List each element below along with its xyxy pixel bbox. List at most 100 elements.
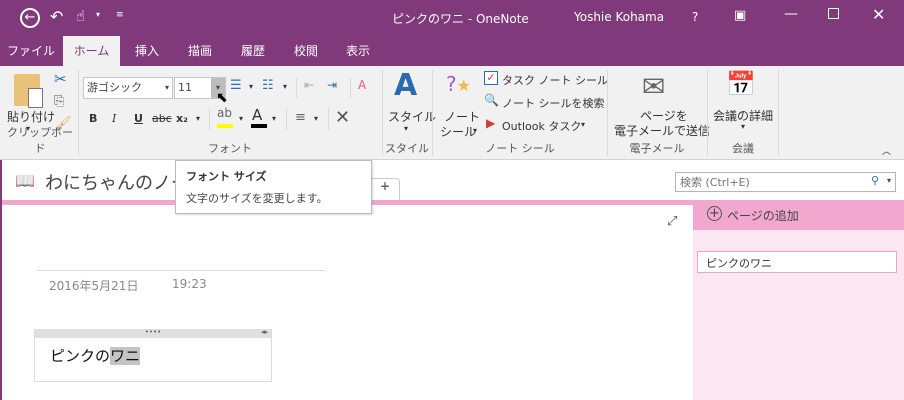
font-size-value: 11	[178, 81, 192, 94]
full-page-view-icon[interactable]: ⤢	[667, 214, 677, 229]
tab-review[interactable]: 校閲	[284, 36, 328, 66]
tab-file[interactable]: ファイル	[5, 36, 57, 66]
search-scope-dropdown-icon[interactable]: ▾	[887, 176, 891, 185]
font-color-dropdown-icon[interactable]: ▾	[272, 114, 276, 123]
strikethrough-button[interactable]: abc	[152, 112, 172, 125]
font-color-icon[interactable]: A	[252, 106, 262, 124]
tab-history[interactable]: 履歴	[231, 36, 275, 66]
touch-mode-icon[interactable]: ☝	[76, 7, 85, 25]
tab-draw[interactable]: 描画	[178, 36, 222, 66]
tags-dropdown-icon[interactable]: ▾	[473, 126, 477, 135]
outlook-tasks-button[interactable]: Outlook タスク	[502, 118, 581, 134]
font-name-value: 游ゴシック	[87, 81, 142, 94]
underline-button[interactable]: U	[134, 112, 143, 125]
meeting-dropdown-icon[interactable]: ▾	[741, 122, 745, 131]
todo-tag-button[interactable]: タスク ノート シール	[502, 72, 608, 88]
group-label-email: 電子メール	[629, 142, 685, 155]
maximize-button[interactable]	[828, 8, 839, 19]
bold-button[interactable]: B	[89, 112, 97, 125]
styles-dropdown-icon[interactable]: ▾	[404, 124, 408, 133]
note-text-plain: ピンクの	[50, 347, 111, 365]
page-list-item[interactable]: ピンクのワニ	[697, 251, 897, 273]
numbering-icon[interactable]: ☷	[262, 78, 274, 93]
styles-icon[interactable]: A	[394, 68, 417, 103]
highlight-color-swatch	[217, 124, 233, 128]
help-button[interactable]: ?	[692, 10, 698, 24]
paste-icon[interactable]	[14, 74, 43, 108]
chevron-down-icon: ▾	[164, 83, 169, 92]
undo-icon[interactable]: ↶	[50, 7, 63, 26]
group-label-clipboard: クリップボード	[7, 126, 73, 155]
search-input[interactable]	[676, 173, 856, 191]
tags-label-line2[interactable]: シール	[440, 123, 476, 140]
back-icon[interactable]: ←	[20, 8, 40, 28]
title-line	[37, 270, 325, 271]
paste-button[interactable]: 貼り付け	[7, 108, 55, 125]
tooltip-title: フォント サイズ	[186, 170, 267, 183]
tooltip: フォント サイズ 文字のサイズを変更します。	[175, 160, 372, 214]
outlook-dropdown-icon[interactable]: ▾	[581, 120, 585, 129]
ribbon: 貼り付け ▾ ✂ ⎘ 🖌 クリップボード 游ゴシック ▾ 11 ▾ ⬉ ☰ ▾ ☷ …	[0, 66, 904, 160]
close-button[interactable]: ✕	[872, 5, 885, 24]
increase-indent-icon[interactable]: ⇥	[327, 78, 337, 92]
tab-insert[interactable]: 挿入	[125, 36, 169, 66]
title-bar: ← ↶ ☝ ▾ ≡ ピンクのワニ - OneNote Yoshie Kohama…	[0, 0, 904, 36]
note-container[interactable]: •••• ◂▸ ピンクのワニ	[34, 329, 272, 382]
touch-dropdown-icon[interactable]: ▾	[96, 10, 100, 19]
group-label-styles: スタイル	[385, 142, 429, 155]
highlight-dropdown-icon[interactable]: ▾	[239, 114, 243, 123]
page-date: 2016年5月21日	[49, 279, 139, 293]
subscript-dropdown-icon[interactable]: ▾	[196, 114, 200, 123]
add-section-label: +	[379, 179, 391, 193]
search-icon[interactable]: ⚲	[871, 174, 879, 187]
font-name-combo[interactable]: 游ゴシック ▾	[83, 77, 173, 99]
copy-icon[interactable]: ⎘	[54, 94, 64, 109]
note-text[interactable]: ピンクのワニ	[50, 345, 141, 366]
bullets-dropdown-icon[interactable]: ▾	[249, 82, 253, 91]
delete-icon[interactable]: ✕	[335, 107, 350, 128]
group-label-tags: ノート シール	[485, 142, 555, 155]
page-time: 19:23	[172, 277, 207, 291]
styles-button[interactable]: スタイル	[388, 108, 436, 125]
tags-icon[interactable]: ?★	[446, 72, 471, 96]
cut-icon[interactable]: ✂	[54, 70, 67, 88]
minimize-button[interactable]: —	[784, 6, 798, 22]
add-section-tab[interactable]: +	[370, 178, 400, 200]
find-tags-button[interactable]: ノート シールを検索	[502, 95, 605, 111]
tab-view[interactable]: 表示	[336, 36, 380, 66]
clear-formatting-icon[interactable]: A	[358, 78, 366, 92]
group-label-font: フォント	[208, 142, 252, 155]
search-box[interactable]: ⚲ ▾	[675, 172, 896, 192]
customize-qat-icon[interactable]: ≡	[116, 10, 124, 20]
add-page-label: ページの追加	[727, 209, 799, 223]
note-text-selected: ワニ	[110, 347, 141, 365]
numbering-dropdown-icon[interactable]: ▾	[283, 82, 287, 91]
email-line2[interactable]: 電子メールで送信	[614, 122, 710, 139]
mouse-cursor-icon: ⬉	[216, 90, 228, 106]
notebook-bar: 📖 わにちゃんのノート + ⚲ ▾	[0, 160, 904, 200]
ribbon-tabs: ファイル ホーム 挿入 描画 履歴 校閲 表示	[0, 36, 904, 66]
bullets-icon[interactable]: ☰	[230, 78, 242, 93]
meeting-details-icon[interactable]: 📅	[726, 70, 756, 98]
email-icon[interactable]: ✉	[642, 70, 665, 103]
checkbox-tag-icon[interactable]: ✓	[484, 71, 498, 85]
font-color-swatch	[251, 124, 267, 128]
add-page-button[interactable]: + ページの追加	[693, 200, 904, 230]
find-tags-icon[interactable]: 🔍	[484, 93, 499, 107]
collapse-ribbon-icon[interactable]: ︿	[882, 144, 891, 157]
tab-home[interactable]: ホーム	[63, 36, 120, 66]
align-icon[interactable]: ≡	[295, 110, 306, 125]
page-list-panel	[693, 200, 904, 400]
flag-icon[interactable]: ▶	[486, 116, 495, 130]
decrease-indent-icon[interactable]: ⇤	[304, 78, 314, 92]
highlight-icon[interactable]: ab	[217, 106, 232, 120]
align-dropdown-icon[interactable]: ▾	[314, 114, 318, 123]
user-name[interactable]: Yoshie Kohama	[574, 10, 664, 24]
ribbon-display-icon[interactable]: ▣	[734, 8, 746, 23]
add-page-icon: +	[707, 206, 722, 221]
subscript-button[interactable]: x₂	[176, 112, 188, 125]
italic-button[interactable]: I	[112, 112, 116, 125]
note-container-handle[interactable]: •••• ◂▸	[35, 329, 271, 338]
tooltip-body: 文字のサイズを変更します。	[186, 192, 328, 205]
window-title: ピンクのワニ - OneNote	[392, 12, 529, 26]
